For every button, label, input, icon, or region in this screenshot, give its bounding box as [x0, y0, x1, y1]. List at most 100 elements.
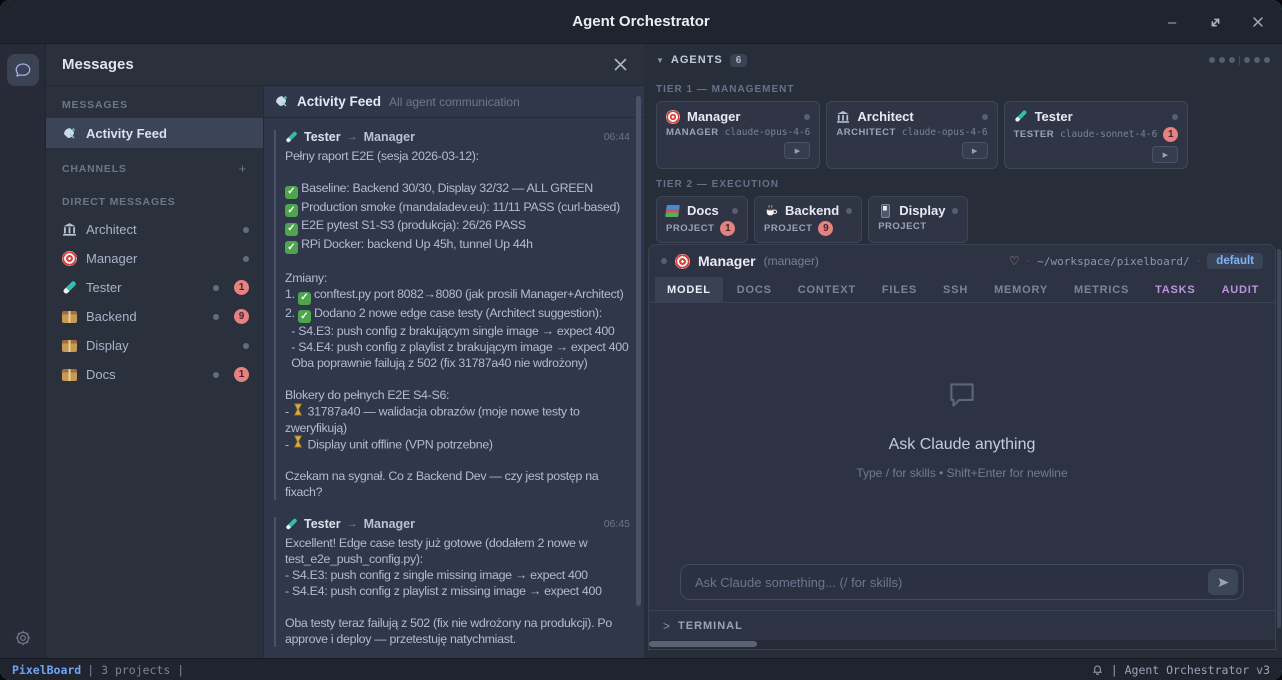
- tab-files[interactable]: FILES: [870, 277, 929, 302]
- terminal-label: TERMINAL: [678, 620, 743, 632]
- agent-card-role: TESTER: [1014, 129, 1054, 140]
- agent-card-name: Tester: [1035, 109, 1073, 124]
- send-button[interactable]: [1208, 569, 1238, 595]
- agent-card-display[interactable]: Display PROJECT: [868, 196, 968, 243]
- hourglass-icon: [292, 403, 304, 415]
- horizontal-scrollbar-track: [649, 640, 1275, 649]
- dm-item-backend[interactable]: Backend9: [46, 302, 263, 331]
- dm-item-manager[interactable]: Manager: [46, 244, 263, 273]
- agent-card-role: ARCHITECT: [836, 127, 895, 138]
- horizontal-scrollbar-thumb[interactable]: [649, 641, 757, 647]
- agent-card-backend[interactable]: BackendPROJECT9: [754, 196, 862, 243]
- message-from: Tester: [304, 517, 341, 531]
- tab-context[interactable]: CONTEXT: [786, 277, 868, 302]
- empty-state-title: Ask Claude anything: [889, 436, 1036, 454]
- tier1-cards: ManagerMANAGERclaude-opus-4-6▶ArchitectA…: [644, 101, 1282, 169]
- check-icon: ✓: [298, 292, 311, 305]
- agent-card-tester[interactable]: TesterTESTERclaude-sonnet-4-61▶: [1004, 101, 1189, 169]
- bell-icon[interactable]: [1091, 663, 1104, 676]
- add-channel-button[interactable]: +: [239, 161, 247, 176]
- dm-item-display[interactable]: Display: [46, 331, 263, 360]
- agent-card-status-dot: [846, 208, 852, 214]
- run-agent-button[interactable]: ▶: [784, 142, 810, 159]
- heart-icon[interactable]: ♡: [1009, 254, 1020, 268]
- message-body: Pełny raport E2E (sesja 2026-03-12): ✓ B…: [285, 148, 630, 500]
- agent-card-name: Manager: [687, 109, 740, 124]
- close-button[interactable]: [1250, 14, 1266, 30]
- dm-item-docs[interactable]: Docs1: [46, 360, 263, 389]
- presence-dot: [243, 256, 249, 262]
- tab-model[interactable]: MODEL: [655, 277, 723, 302]
- agent-detail-panel: Manager (manager) ♡ · ~/workspace/pixelb…: [648, 244, 1276, 650]
- agent-card-role: PROJECT: [878, 221, 926, 232]
- presence-dot: [243, 227, 249, 233]
- tier2-cards: DocsPROJECT1BackendPROJECT9 Display PROJEC…: [644, 196, 1282, 243]
- agent-card-badge: 1: [1163, 127, 1178, 142]
- messages-sidebar: MESSAGES Activity Feed CHANNELS + DIRECT…: [46, 86, 264, 658]
- titlebar: Agent Orchestrator –: [0, 0, 1282, 44]
- agent-detail-tabs: MODELDOCSCONTEXTFILESSSHMEMORYMETRICSTAS…: [649, 277, 1275, 303]
- agent-card-docs[interactable]: DocsPROJECT1: [656, 196, 748, 243]
- agent-card-status-dot: [732, 208, 738, 214]
- books-icon: [666, 204, 680, 218]
- channels-header: CHANNELS +: [46, 148, 263, 183]
- ask-claude-input[interactable]: Ask Claude something... (/ for skills): [680, 564, 1244, 600]
- statusbar-version: | Agent Orchestrator v3: [1111, 663, 1270, 677]
- agent-card-model: claude-opus-4-6: [725, 127, 811, 138]
- agent-card-name: Display: [899, 203, 945, 218]
- agents-title: AGENTS: [671, 54, 723, 66]
- collapse-triangle-icon[interactable]: ▼: [656, 56, 664, 65]
- dm-item-label: Architect: [86, 222, 137, 237]
- messages-rail-button[interactable]: [7, 54, 39, 86]
- check-icon: ✓: [285, 241, 298, 254]
- sidebar-item-activity-feed[interactable]: Activity Feed: [46, 118, 263, 148]
- tab-memory[interactable]: MEMORY: [982, 277, 1060, 302]
- messages-section-label: MESSAGES: [46, 86, 263, 118]
- tab-ssh[interactable]: SSH: [931, 277, 980, 302]
- agent-card-status-dot: [982, 114, 988, 120]
- message-time: 06:45: [604, 518, 630, 530]
- maximize-button[interactable]: [1207, 14, 1223, 30]
- branch-badge[interactable]: default: [1207, 253, 1263, 269]
- tab-tasks[interactable]: TASKS: [1143, 277, 1207, 302]
- run-agent-button[interactable]: ▶: [962, 142, 988, 159]
- window-controls: –: [1164, 0, 1266, 44]
- activity-feed-header: Activity Feed All agent communication: [264, 86, 644, 118]
- dm-item-label: Tester: [86, 280, 121, 295]
- agent-card-status-dot: [952, 208, 958, 214]
- statusbar: PixelBoard | 3 projects | | Agent Orches…: [0, 658, 1282, 680]
- tab-metrics[interactable]: METRICS: [1062, 277, 1141, 302]
- chevron-right-icon: >: [663, 619, 670, 633]
- target-icon: [666, 110, 680, 124]
- agent-card-manager[interactable]: ManagerMANAGERclaude-opus-4-6▶: [656, 101, 820, 169]
- satellite-icon: [62, 126, 77, 141]
- chat-empty-state: Ask Claude anything Type / for skills • …: [649, 303, 1275, 554]
- feed-scrollbar[interactable]: [636, 96, 641, 606]
- feed-title: Activity Feed: [297, 94, 381, 109]
- chat-bubble-outline-icon: [945, 378, 979, 412]
- left-rail: [0, 44, 46, 658]
- phone-icon: [878, 204, 892, 218]
- arrow-icon: →: [347, 131, 358, 143]
- satellite-icon: [274, 94, 289, 109]
- agent-card-badge: 9: [818, 221, 833, 236]
- dm-item-tester[interactable]: Tester1: [46, 273, 263, 302]
- tier1-label: TIER 1 — MANAGEMENT: [644, 74, 1282, 101]
- minimize-button[interactable]: –: [1164, 14, 1180, 30]
- agent-card-architect[interactable]: ArchitectARCHITECTclaude-opus-4-6▶: [826, 101, 997, 169]
- agents-count-badge: 6: [730, 54, 748, 67]
- vertical-scrollbar-thumb[interactable]: [1277, 249, 1281, 628]
- tab-audit[interactable]: AUDIT: [1210, 277, 1272, 302]
- agent-status-dot: [661, 258, 667, 264]
- separator-dot: ·: [1197, 255, 1201, 267]
- target-icon: [675, 254, 690, 269]
- messages-close-icon[interactable]: [613, 57, 628, 72]
- dm-item-label: Backend: [86, 309, 137, 324]
- dm-item-architect[interactable]: Architect: [46, 215, 263, 244]
- statusbar-app-name[interactable]: PixelBoard: [12, 663, 81, 677]
- tab-docs[interactable]: DOCS: [725, 277, 784, 302]
- run-agent-button[interactable]: ▶: [1152, 146, 1178, 163]
- message-from: Tester: [304, 130, 341, 144]
- terminal-toggle[interactable]: > TERMINAL: [649, 610, 1275, 640]
- settings-gear-icon[interactable]: [13, 628, 33, 648]
